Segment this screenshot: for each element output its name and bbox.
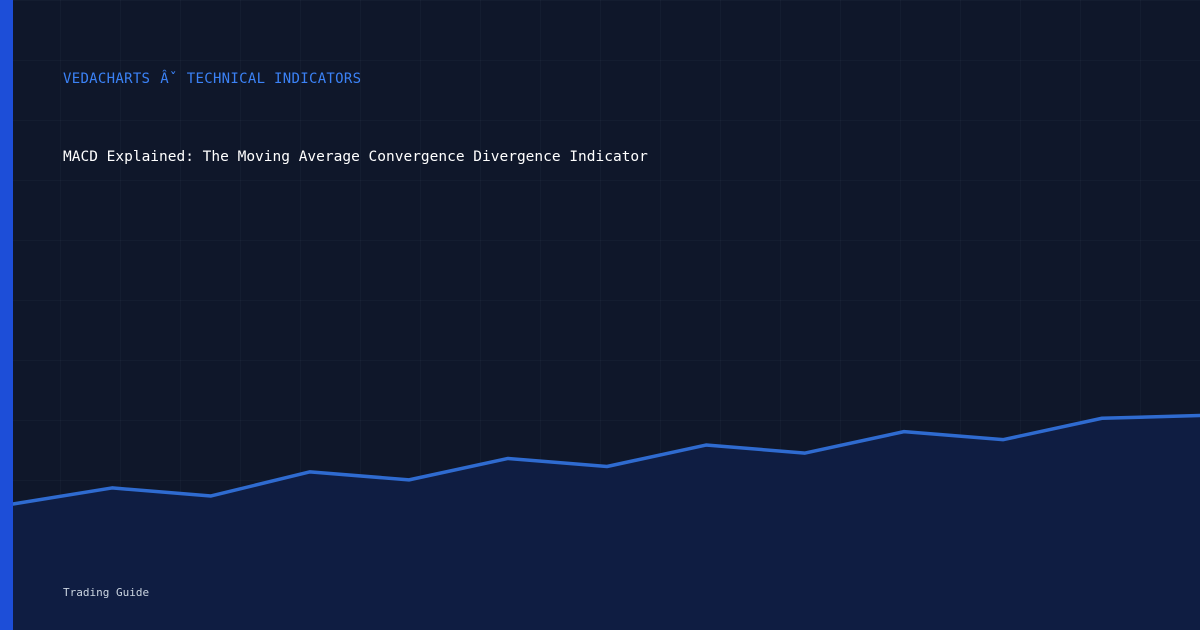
breadcrumb-separator: Âˇ	[160, 71, 178, 87]
page-title: MACD Explained: The Moving Average Conve…	[63, 149, 648, 165]
chart-area-fill	[13, 415, 1200, 630]
og-card: VEDACHARTS Âˇ TECHNICAL INDICATORS MACD Ex…	[0, 0, 1200, 630]
breadcrumb-brand[interactable]: VEDACHARTS	[63, 71, 150, 87]
decorative-line-chart	[11, 413, 1200, 630]
breadcrumb-section[interactable]: TECHNICAL INDICATORS	[187, 71, 362, 87]
breadcrumb: VEDACHARTS Âˇ TECHNICAL INDICATORS	[63, 71, 361, 87]
footer-label: Trading Guide	[63, 586, 150, 599]
accent-bar	[0, 0, 13, 630]
